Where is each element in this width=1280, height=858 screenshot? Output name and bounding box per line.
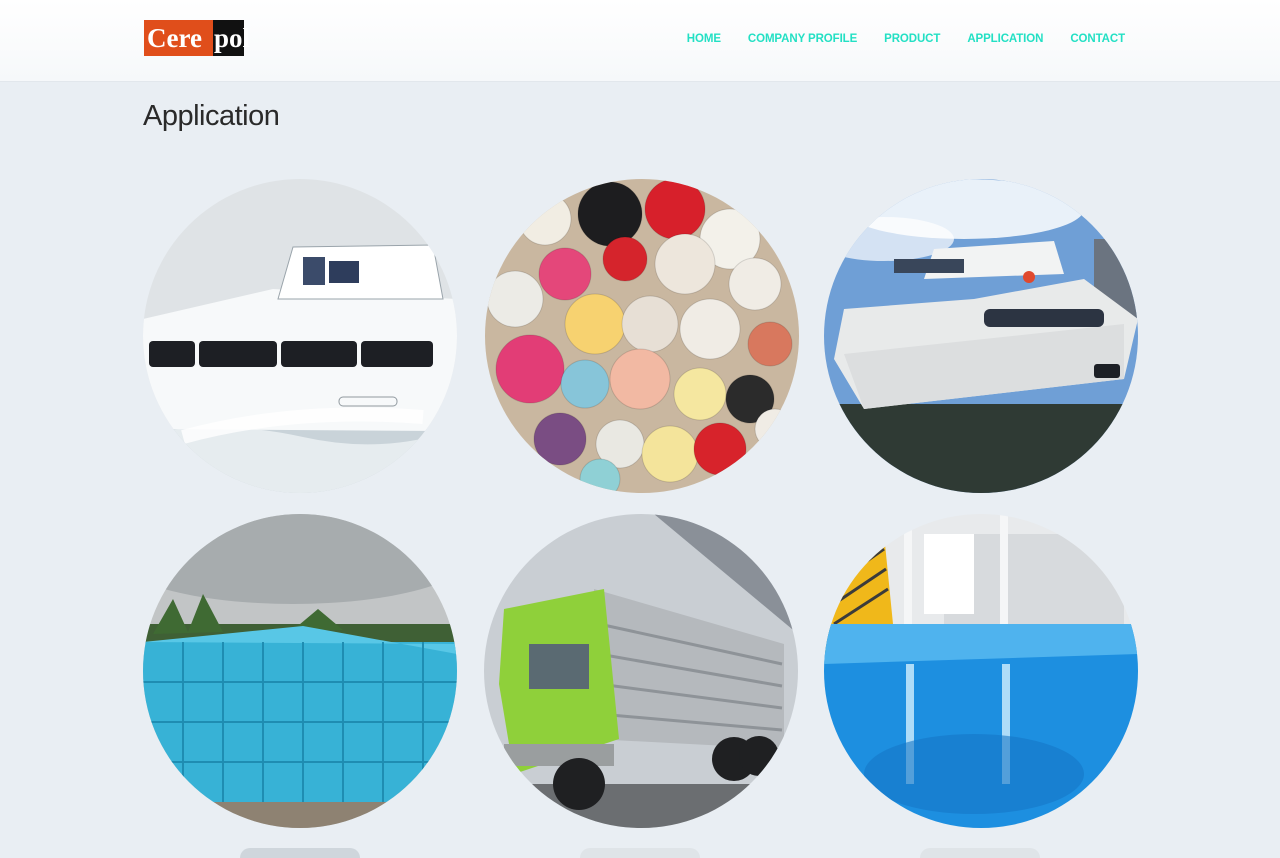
nav-product[interactable]: PRODUCT: [884, 33, 940, 45]
nav-application[interactable]: APPLICATION: [967, 33, 1043, 45]
application-tile-water-tank[interactable]: [143, 514, 457, 828]
next-row-tile-peek: [920, 848, 1040, 858]
colorful-buttons-image: [485, 179, 799, 493]
site-header: Cere pol HOME COMPANY PROFILE PRODUCT AP…: [0, 0, 1280, 82]
blue-water-tank-image: [143, 514, 457, 828]
application-tile-truck[interactable]: [484, 514, 798, 828]
next-row-tile-peek: [240, 848, 360, 858]
main-nav: HOME COMPANY PROFILE PRODUCT APPLICATION…: [687, 33, 1125, 45]
luxury-yacht-image: [824, 179, 1138, 493]
application-tile-yacht[interactable]: [824, 179, 1138, 493]
page-title: Application: [143, 100, 280, 132]
cerepol-logo[interactable]: Cere pol: [144, 20, 250, 56]
application-tile-epoxy-floor[interactable]: [824, 514, 1138, 828]
nav-company-profile[interactable]: COMPANY PROFILE: [748, 33, 857, 45]
green-truck-image: [484, 514, 798, 828]
logo-text-right: pol: [213, 20, 250, 56]
logo-text-left: Cere: [144, 20, 213, 56]
blue-epoxy-floor-image: [824, 514, 1138, 828]
nav-contact[interactable]: CONTACT: [1070, 33, 1125, 45]
next-row-tile-peek: [580, 848, 700, 858]
nav-home[interactable]: HOME: [687, 33, 721, 45]
speedboat-image: [143, 179, 457, 493]
application-tile-speedboat[interactable]: [143, 179, 457, 493]
application-tile-buttons[interactable]: [485, 179, 799, 493]
